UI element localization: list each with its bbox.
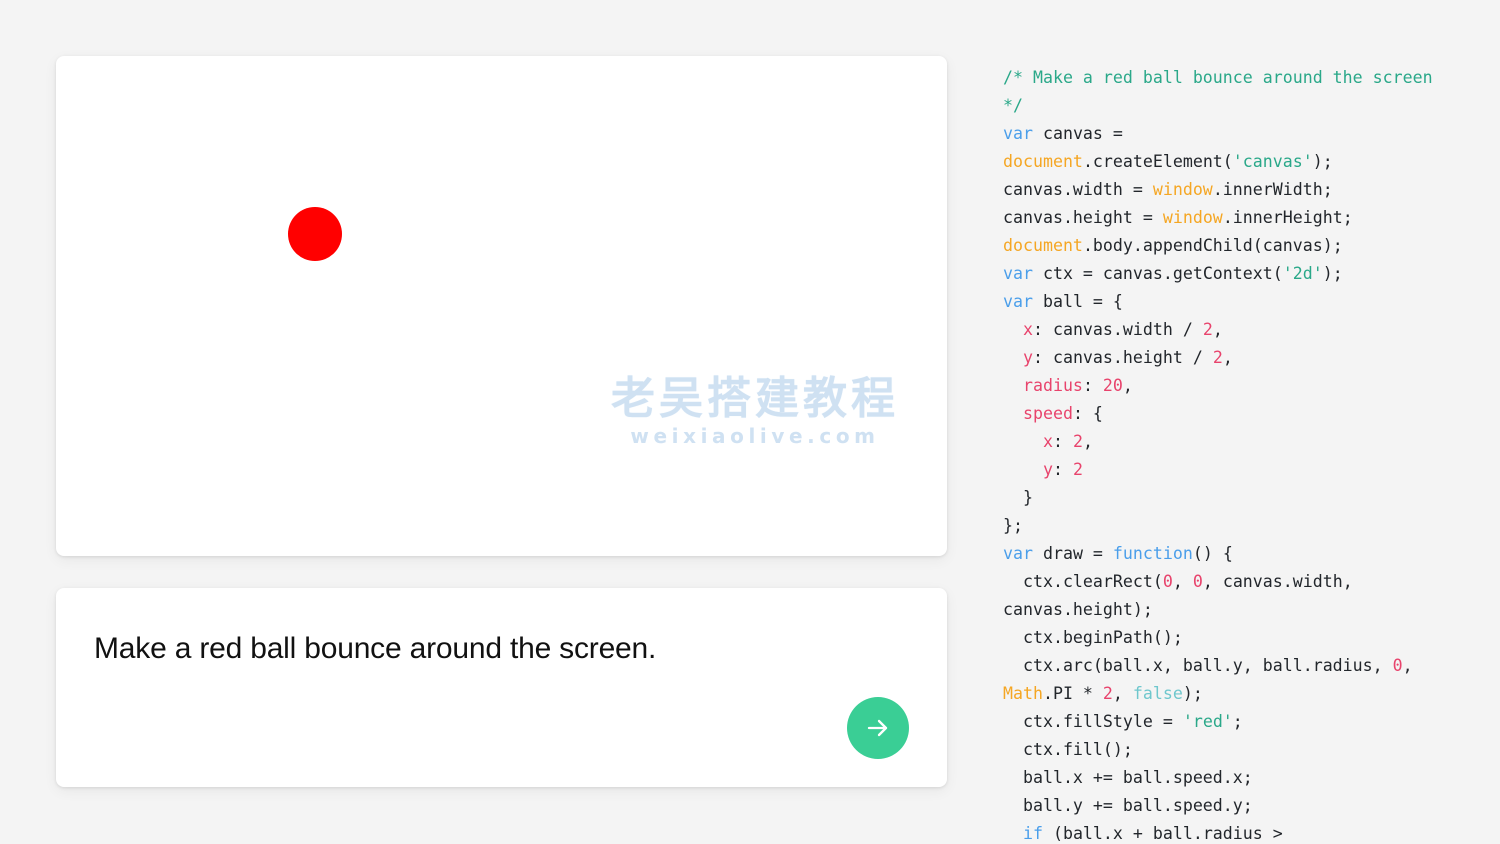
watermark: 老吴搭建教程 weixiaolive.com xyxy=(600,374,910,449)
generated-code-panel: /* Make a red ball bounce around the scr… xyxy=(1003,64,1450,844)
arrow-right-icon xyxy=(862,712,894,744)
prompt-text: Make a red ball bounce around the screen… xyxy=(94,632,657,665)
preview-and-prompt-column: 老吴搭建教程 weixiaolive.com Make a red ball b… xyxy=(56,56,947,787)
red-ball xyxy=(288,207,342,261)
prompt-card: Make a red ball bounce around the screen… xyxy=(56,588,947,787)
submit-button[interactable] xyxy=(847,697,909,759)
preview-canvas-card: 老吴搭建教程 weixiaolive.com xyxy=(56,56,947,556)
watermark-url-text: weixiaolive.com xyxy=(630,424,880,449)
watermark-chinese-text: 老吴搭建教程 xyxy=(611,373,899,424)
code-block: /* Make a red ball bounce around the scr… xyxy=(1003,68,1443,843)
